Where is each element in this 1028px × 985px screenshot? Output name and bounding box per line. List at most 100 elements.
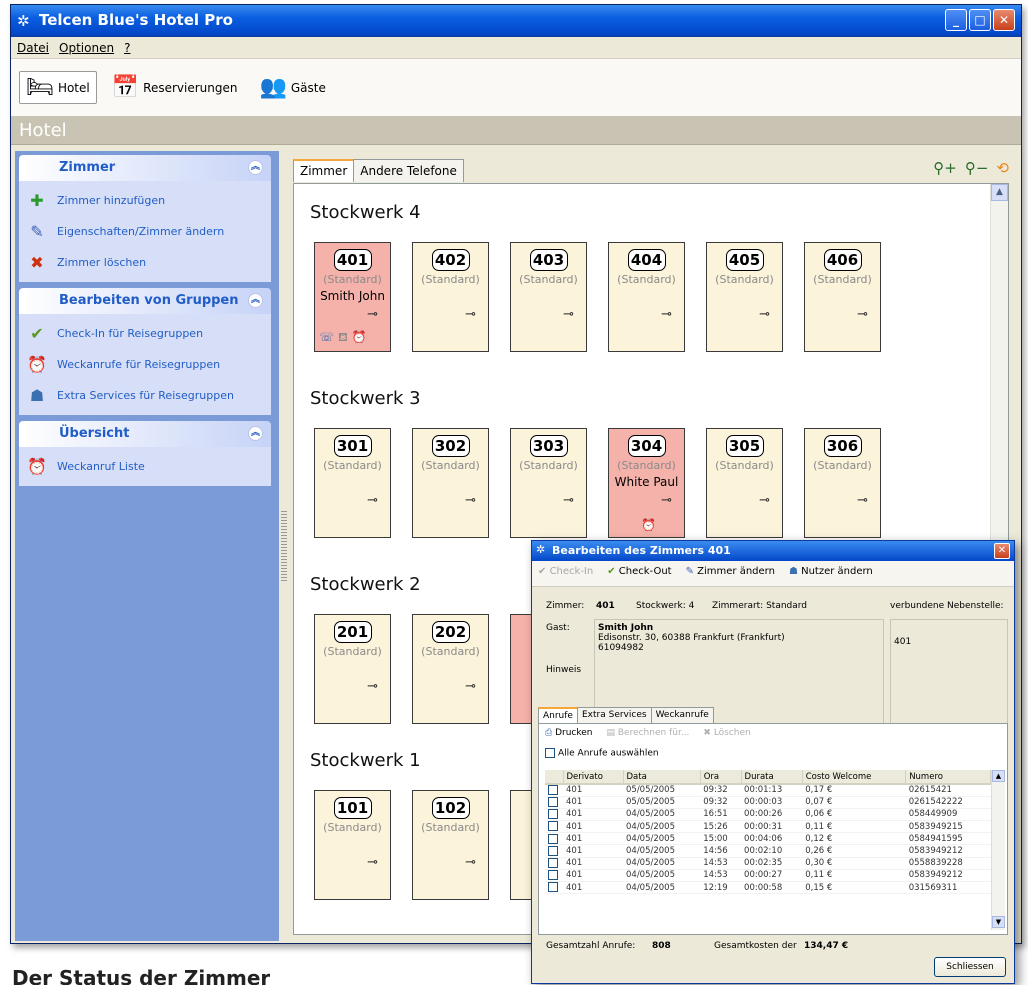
row-checkbox[interactable] [548, 845, 558, 856]
menu-datei[interactable]: Datei [17, 41, 49, 55]
loeschen-button[interactable]: ✖ Löschen [703, 728, 750, 742]
row-checkbox[interactable] [548, 809, 558, 820]
room-card[interactable]: 404 (Standard) ⊸ [608, 242, 685, 352]
sidebar-item-zimmer-aendern[interactable]: ✎ Eigenschaften/Zimmer ändern [19, 216, 271, 247]
room-card[interactable]: 101 (Standard) ⊸ [314, 790, 391, 900]
row-checkbox[interactable] [548, 833, 558, 844]
toolbar-reservierungen-button[interactable]: 📅 Reservierungen [105, 71, 245, 104]
room-card[interactable]: 303 (Standard) ⊸ [510, 428, 587, 538]
room-card[interactable]: 304 (Standard) White Paul ⊸ ⏰ [608, 428, 685, 538]
table-cell: 0,26 € [802, 844, 906, 858]
toolbar-gaeste-button[interactable]: 👥 Gäste [252, 71, 332, 104]
sidebar-item-label: Weckanrufe für Reisegruppen [57, 358, 221, 371]
table-row[interactable]: 401 04/05/2005 15:26 00:00:31 0,11 €05839492… [545, 820, 991, 834]
column-data[interactable]: Data [623, 770, 701, 785]
menu-help[interactable]: ? [124, 41, 130, 55]
column-costo[interactable]: Costo Welcome [802, 770, 907, 785]
row-checkbox[interactable] [548, 857, 558, 868]
tab-extra-services[interactable]: Extra Services [576, 707, 652, 723]
checkin-button[interactable]: ✔ Check-In [538, 566, 593, 581]
room-card[interactable]: 201 (Standard) ⊸ [314, 614, 391, 724]
room-card[interactable]: 305 (Standard) ⊸ [706, 428, 783, 538]
title-bar[interactable]: ✲ Telcen Blue's Hotel Pro _ □ ✕ [11, 5, 1021, 37]
room-card[interactable]: 301 (Standard) ⊸ [314, 428, 391, 538]
collapse-icon[interactable]: ︽ [248, 293, 263, 308]
panel-uebersicht-header[interactable]: Übersicht ︽ [19, 421, 271, 447]
table-row[interactable]: 401 04/05/2005 15:00 00:04:06 0,12 €05849415… [545, 832, 991, 846]
room-card[interactable]: 406 (Standard) ⊸ [804, 242, 881, 352]
panel-title: Übersicht [59, 426, 130, 441]
table-row[interactable]: 401 04/05/2005 16:51 00:00:26 0,06 €05844990… [545, 808, 991, 822]
table-row[interactable]: 401 05/05/2005 09:32 00:00:03 0,07 €02615422… [545, 796, 991, 809]
room-card[interactable]: 302 (Standard) ⊸ [412, 428, 489, 538]
collapse-icon[interactable]: ︽ [248, 160, 263, 175]
row-checkbox[interactable] [548, 870, 558, 881]
maximize-button[interactable]: □ [969, 9, 991, 31]
select-all-row: Alle Anrufe auswählen [539, 746, 1007, 761]
room-card[interactable]: 202 (Standard) ⊸ [412, 614, 489, 724]
room-card[interactable]: 403 (Standard) ⊸ [510, 242, 587, 352]
nutzer-aendern-button[interactable]: ☗ Nutzer ändern [789, 566, 873, 581]
room-card[interactable]: 306 (Standard) ⊸ [804, 428, 881, 538]
sidebar-item-zimmer-loeschen[interactable]: ✖ Zimmer löschen [19, 247, 271, 278]
room-card[interactable]: 402 (Standard) ⊸ [412, 242, 489, 352]
sidebar-item-extra-services-gruppen[interactable]: ☗ Extra Services für Reisegruppen [19, 380, 271, 411]
table-row[interactable]: 401 04/05/2005 12:19 00:00:58 0,15 €03156931… [545, 881, 991, 895]
room-card[interactable]: 102 (Standard) ⊸ [412, 790, 489, 900]
room-number: 101 [333, 797, 372, 819]
sidebar-item-checkin-gruppen[interactable]: ✔ Check-In für Reisegruppen [19, 318, 271, 349]
column-derivato[interactable]: Derivato [563, 770, 624, 785]
toolbar-hotel-button[interactable]: 🛏 Hotel [19, 71, 97, 104]
zimmer-aendern-button[interactable]: ✎ Zimmer ändern [686, 566, 775, 581]
calls-scrollbar[interactable]: ▲ ▼ [991, 770, 1005, 930]
select-all-checkbox[interactable] [545, 748, 555, 758]
panel-gruppen-header[interactable]: Bearbeiten von Gruppen ︽ [19, 288, 271, 314]
panel-zimmer-header[interactable]: Zimmer ︽ [19, 155, 271, 181]
room-card[interactable]: 405 (Standard) ⊸ [706, 242, 783, 352]
row-checkbox[interactable] [548, 797, 558, 808]
table-row[interactable]: 401 05/05/2005 09:32 00:01:13 0,17 €02615421 [545, 784, 991, 797]
dialog-title-bar[interactable]: ✲ Bearbeiten des Zimmers 401 ✕ [532, 541, 1014, 561]
sidebar-item-zimmer-hinzufuegen[interactable]: ✚ Zimmer hinzufügen [19, 185, 271, 216]
row-checkbox[interactable] [548, 821, 558, 832]
column-durata[interactable]: Durata [741, 770, 803, 785]
scroll-up-icon[interactable]: ▲ [991, 184, 1008, 201]
table-cell: 0584941595 [905, 832, 991, 846]
dialog-close-icon[interactable]: ✕ [994, 543, 1010, 559]
refresh-icon[interactable]: ⟲ [996, 159, 1009, 177]
row-checkbox[interactable] [548, 785, 558, 796]
tab-andere-telefone[interactable]: Andere Telefone [353, 159, 464, 182]
zoom-out-icon[interactable]: ⚲− [965, 159, 989, 177]
column-numero[interactable]: Numero [905, 770, 991, 785]
nutzer-aendern-label: Nutzer ändern [801, 566, 873, 577]
checkout-icon: ✔ [607, 566, 619, 577]
room-type: (Standard) [323, 459, 382, 472]
table-cell: 00:00:31 [741, 820, 803, 834]
user-icon: ☗ [788, 566, 802, 577]
sidebar-item-weckanrufe-gruppen[interactable]: ⏰ Weckanrufe für Reisegruppen [19, 349, 271, 380]
minimize-button[interactable]: _ [945, 9, 967, 31]
scroll-down-icon[interactable]: ▼ [992, 916, 1005, 928]
tab-weckanrufe[interactable]: Weckanrufe [650, 707, 714, 723]
checkout-button[interactable]: ✔ Check-Out [607, 566, 671, 581]
floor-title: Stockwerk 1 [310, 750, 421, 771]
collapse-icon[interactable]: ︽ [248, 426, 263, 441]
table-row[interactable]: 401 04/05/2005 14:56 00:02:10 0,26 €05839492… [545, 844, 991, 858]
sidebar-item-weckanruf-liste[interactable]: ⏰ Weckanruf Liste [19, 451, 271, 482]
tab-anrufe[interactable]: Anrufe [538, 707, 578, 723]
table-row[interactable]: 401 04/05/2005 14:53 00:02:35 0,30 €05588392… [545, 857, 991, 870]
zoom-in-icon[interactable]: ⚲+ [933, 159, 957, 177]
berechnen-button[interactable]: ▤ Berechnen für... [606, 728, 689, 742]
column-ora[interactable]: Ora [700, 770, 742, 785]
room-card[interactable]: 401 (Standard) Smith John ⊸ ☏ ⛾ ⏰ [314, 242, 391, 352]
table-row[interactable]: 401 04/05/2005 14:53 00:00:27 0,11 €05839492… [545, 869, 991, 883]
row-checkbox[interactable] [548, 882, 558, 893]
menu-optionen[interactable]: Optionen [59, 41, 114, 55]
drucken-button[interactable]: ⎙ Drucken [545, 728, 592, 742]
schliessen-button[interactable]: Schliessen [934, 957, 1006, 977]
scroll-up-icon[interactable]: ▲ [992, 770, 1005, 782]
close-button[interactable]: ✕ [993, 9, 1015, 31]
tab-zimmer[interactable]: Zimmer [293, 159, 355, 182]
table-cell: 05/05/2005 [623, 796, 701, 809]
nebenstelle-box [890, 619, 1008, 727]
